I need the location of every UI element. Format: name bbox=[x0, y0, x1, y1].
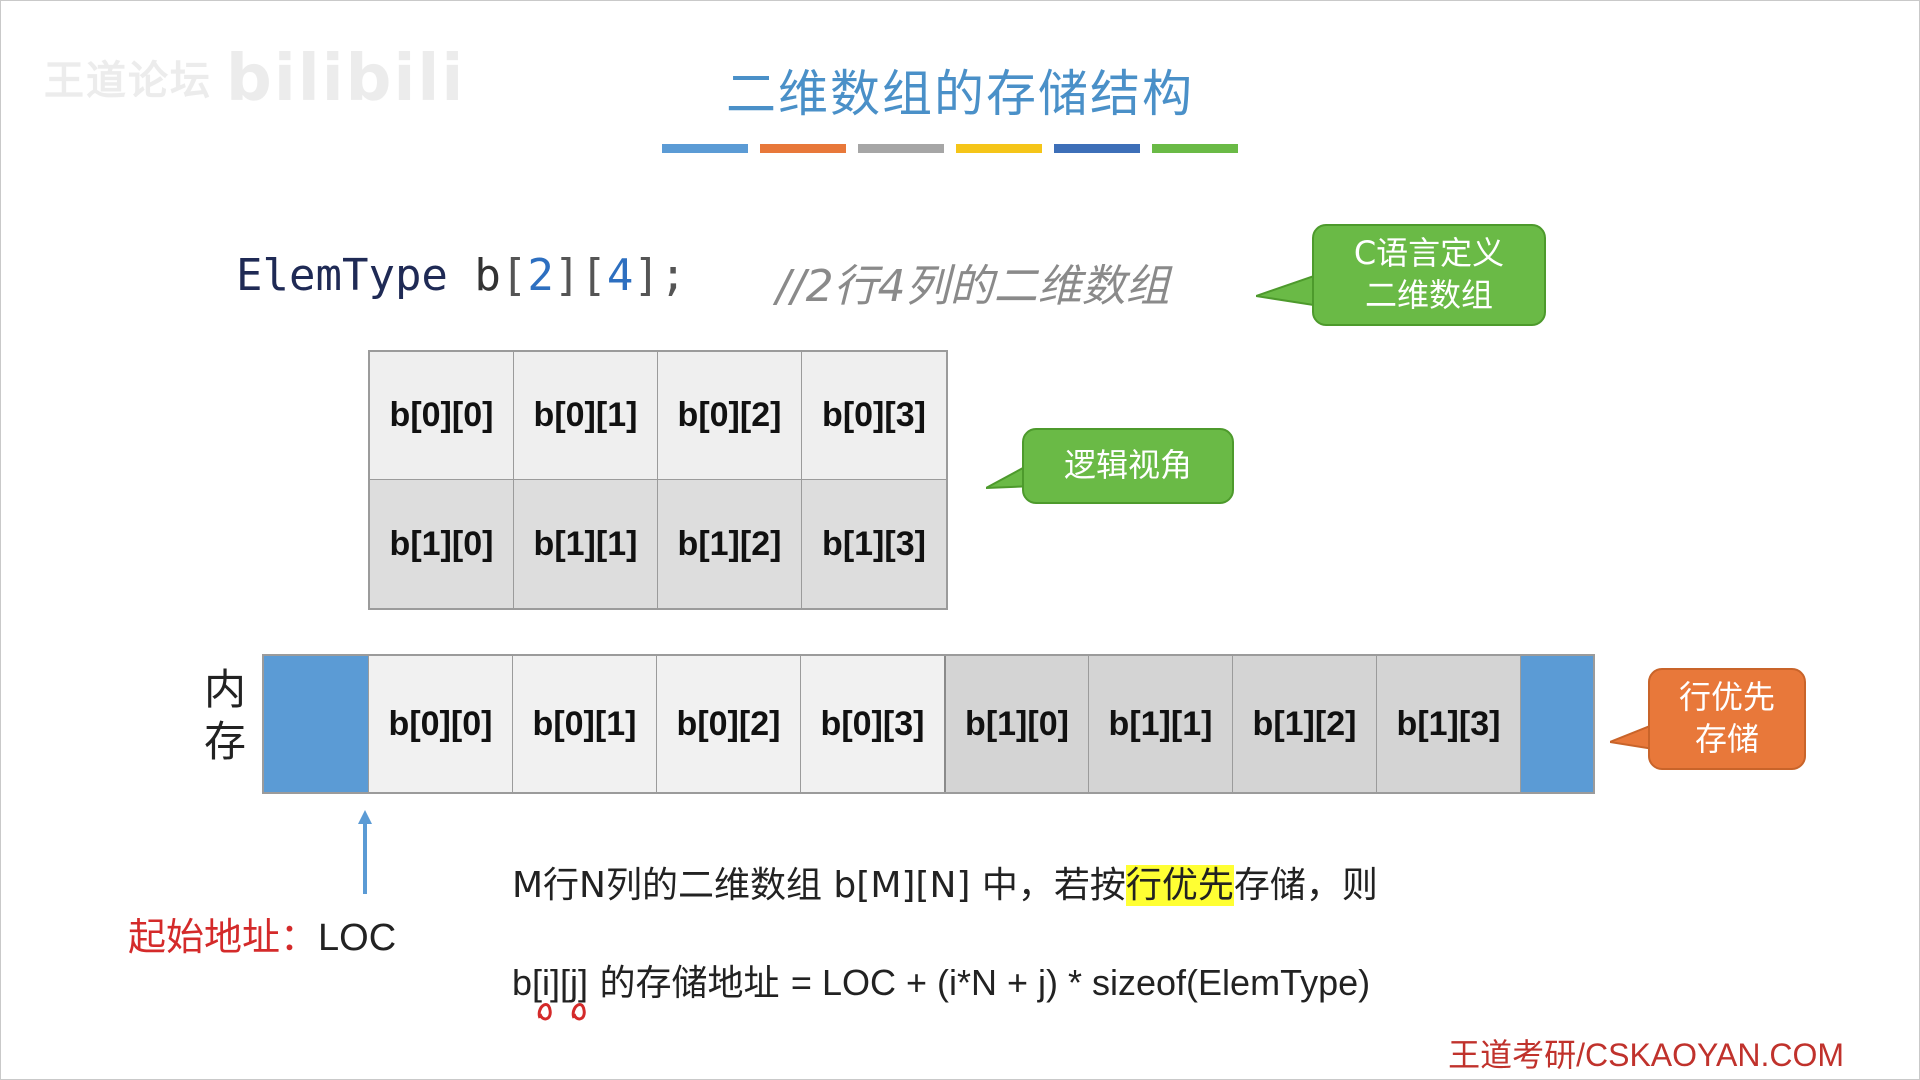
grid-cell: b[0][2] bbox=[658, 352, 802, 480]
code-var: b bbox=[474, 250, 501, 301]
logic-view-bubble: 逻辑视角 bbox=[1022, 428, 1234, 504]
memory-cell: b[0][2] bbox=[656, 656, 800, 792]
bubble-tail bbox=[1256, 272, 1320, 308]
memory-label-char: 存 bbox=[203, 717, 246, 766]
memory-edge-block bbox=[1520, 656, 1593, 792]
start-address-label: 起始地址：LOC bbox=[128, 906, 396, 961]
memory-cell: b[1][3] bbox=[1376, 656, 1520, 792]
handwritten-marks bbox=[537, 1003, 586, 1021]
color-bar-strip bbox=[662, 144, 1238, 153]
start-address-text: 起始地址： bbox=[128, 915, 319, 959]
grid-cell: b[0][3] bbox=[802, 352, 946, 480]
formula-rhs: = LOC + (i*N + j) * sizeof(ElemType) bbox=[790, 962, 1371, 1003]
memory-label: 内 存 bbox=[200, 664, 250, 768]
memory-cell: b[0][3] bbox=[800, 656, 944, 792]
bubble-line: 二维数组 bbox=[1364, 276, 1493, 314]
color-bar bbox=[662, 144, 748, 153]
grid-cell: b[0][1] bbox=[514, 352, 658, 480]
grid-cell: b[1][0] bbox=[370, 480, 514, 608]
description-highlight: 行优先 bbox=[1125, 865, 1234, 906]
memory-label-char: 内 bbox=[203, 665, 246, 714]
memory-cell: b[1][0] bbox=[944, 656, 1088, 792]
grid-cell: b[1][2] bbox=[658, 480, 802, 608]
bubble-line: 逻辑视角 bbox=[1063, 446, 1192, 485]
color-bar bbox=[1054, 144, 1140, 153]
code-declaration: ElemType b[2][4]; bbox=[236, 250, 687, 301]
code-dim2: 4 bbox=[606, 250, 634, 301]
slide-title: 二维数组的存储结构 bbox=[726, 65, 1194, 123]
memory-edge-block bbox=[264, 656, 368, 792]
color-bar bbox=[858, 144, 944, 153]
memory-cell: b[0][1] bbox=[512, 656, 656, 792]
code-comment: //2行4列的二维数组 bbox=[776, 261, 1170, 312]
description-post: 存储，则 bbox=[1233, 865, 1378, 906]
memory-cell: b[0][0] bbox=[368, 656, 512, 792]
bubble-line: 行优先 bbox=[1678, 678, 1775, 717]
bubble-line: 存储 bbox=[1694, 720, 1759, 758]
formula-mid: 的存储地址 bbox=[588, 963, 791, 1004]
bubble-line: C语言定义 bbox=[1353, 234, 1505, 273]
memory-cell: b[1][2] bbox=[1232, 656, 1376, 792]
description-pre: M行N列的二维数组 b[M][N] 中，若按 bbox=[512, 865, 1126, 906]
memory-row: b[0][0] b[0][1] b[0][2] b[0][3] b[1][0] … bbox=[262, 654, 1595, 794]
color-bar bbox=[956, 144, 1042, 153]
grid-cell: b[1][1] bbox=[514, 480, 658, 608]
footer-brand: 王道考研/CSKAOYAN.COM bbox=[1448, 1037, 1844, 1073]
code-dim1: 2 bbox=[527, 250, 554, 301]
description-line: M行N列的二维数组 b[M][N] 中，若按行优先存储，则 bbox=[512, 856, 1378, 908]
color-bar bbox=[1152, 144, 1238, 153]
code-type: ElemType bbox=[236, 250, 448, 301]
row-major-bubble: 行优先 存储 bbox=[1648, 668, 1806, 770]
memory-cell: b[1][1] bbox=[1088, 656, 1232, 792]
color-bar bbox=[760, 144, 846, 153]
logical-grid: b[0][0] b[0][1] b[0][2] b[0][3] b[1][0] … bbox=[368, 350, 948, 610]
grid-cell: b[0][0] bbox=[370, 352, 514, 480]
grid-cell: b[1][3] bbox=[802, 480, 946, 608]
start-address-loc: LOC bbox=[318, 917, 397, 959]
c-definition-bubble: C语言定义 二维数组 bbox=[1312, 224, 1546, 326]
address-formula: b[i][j] 的存储地址 = LOC + (i*N + j) * sizeof… bbox=[512, 954, 1370, 1006]
arrow-up-icon bbox=[358, 810, 372, 894]
